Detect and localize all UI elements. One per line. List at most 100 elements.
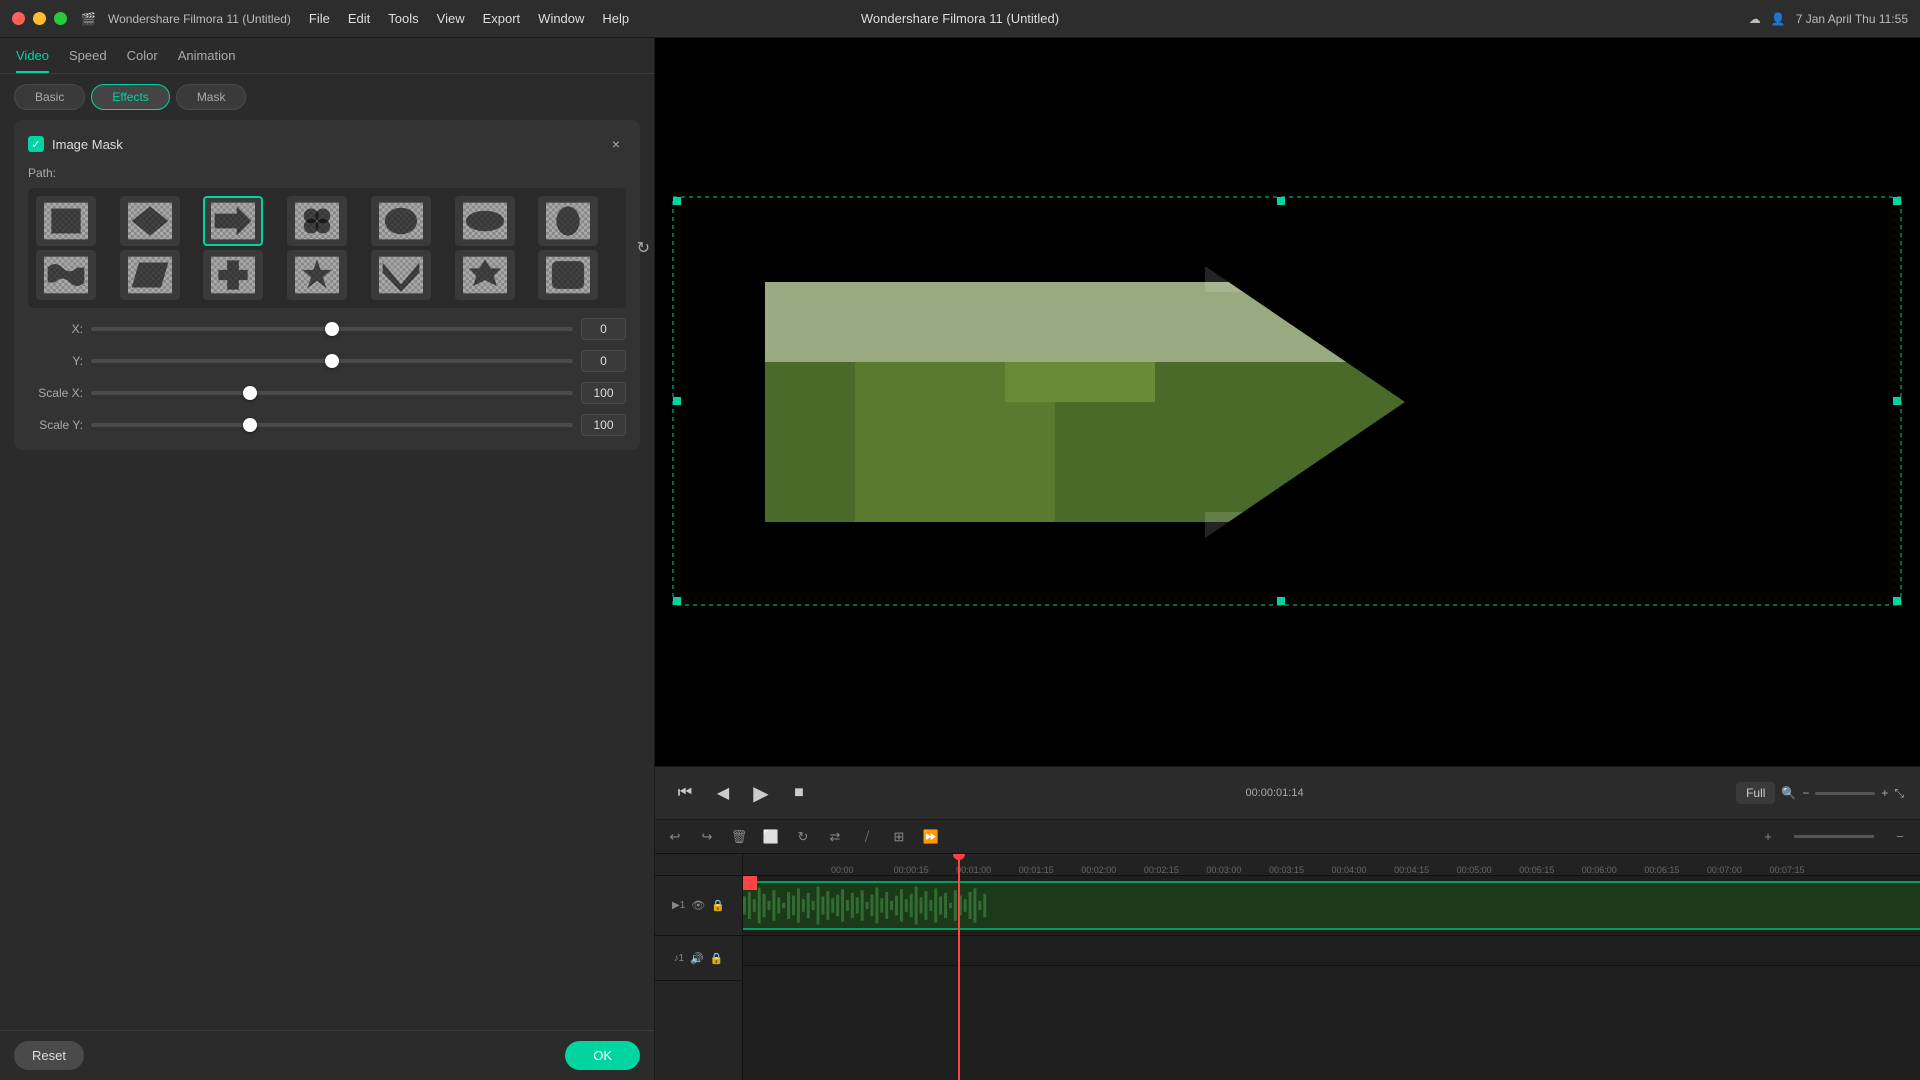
refresh-button[interactable]: ↻	[637, 238, 650, 258]
ruler-mark-9: 00:04:15	[1394, 865, 1457, 875]
slider-x-label: X:	[28, 322, 83, 336]
zoom-in-timeline[interactable]: +	[1758, 827, 1778, 847]
menu-view[interactable]: View	[437, 11, 465, 26]
crop-button[interactable]: ⬜	[761, 827, 781, 847]
tab-animation[interactable]: Animation	[178, 48, 236, 73]
zoom-fit-button[interactable]: Full	[1736, 782, 1775, 804]
sub-tab-basic[interactable]: Basic	[14, 84, 85, 110]
mask-item-rounded-square[interactable]	[538, 250, 598, 300]
right-panel: ⏮ ◀ ▶ ■ 00:00:01:14 Full 🔍 − + ⤡ ↩ ↪	[655, 38, 1920, 1080]
ruler-mark-14: 00:07:00	[1707, 865, 1770, 875]
tab-video[interactable]: Video	[16, 48, 49, 73]
slider-x[interactable]	[91, 327, 573, 331]
mask-item-ellipse[interactable]	[455, 196, 515, 246]
play-button[interactable]: ▶	[747, 779, 775, 807]
zoom-timeline-slider[interactable]	[1794, 835, 1874, 838]
mask-close-button[interactable]: ×	[606, 134, 626, 154]
menu-edit[interactable]: Edit	[348, 11, 370, 26]
titlebar: 🎬 Wondershare Filmora 11 (Untitled) File…	[0, 0, 1920, 38]
ruler-spacer	[655, 854, 742, 876]
slider-scalex-label: Scale X:	[28, 386, 83, 400]
mask-item-star[interactable]	[287, 250, 347, 300]
mask-item-parallelogram[interactable]	[120, 250, 180, 300]
ruler-mark-4: 00:02:00	[1081, 865, 1144, 875]
time-display: 00:00:01:14	[1245, 787, 1303, 799]
mask-item-arrow[interactable]	[203, 196, 263, 246]
zoom-in-icon[interactable]: +	[1881, 786, 1888, 800]
slider-scaley-label: Scale Y:	[28, 418, 83, 432]
ruler-mark-10: 00:05:00	[1457, 865, 1520, 875]
menu-export[interactable]: Export	[483, 11, 521, 26]
video-track-number: ▶1	[672, 900, 685, 911]
snap-button[interactable]: ⊞	[889, 827, 909, 847]
minimize-window-button[interactable]	[33, 12, 46, 25]
audio-track-speaker[interactable]: 🔊	[690, 952, 704, 965]
menu-tools[interactable]: Tools	[388, 11, 418, 26]
ruler-mark-3: 00:01:15	[1019, 865, 1082, 875]
ok-button[interactable]: OK	[565, 1041, 640, 1070]
zoom-out-icon[interactable]: −	[1802, 786, 1809, 800]
slider-scalex-row: Scale X:	[28, 382, 626, 404]
image-mask-checkbox[interactable]	[28, 136, 44, 152]
app-label: Wondershare Filmora 11 (Untitled)	[108, 12, 291, 26]
timeline-scroll-area[interactable]: 00:00 00:00:15 00:01:00 00:01:15 00:02:0…	[743, 854, 1920, 1080]
left-panel: Video Speed Color Animation Basic Effect…	[0, 38, 655, 1080]
mask-item-cross[interactable]	[203, 250, 263, 300]
flip-button[interactable]: ⇄	[825, 827, 845, 847]
playback-controls: ⏮ ◀ ▶ ■	[671, 779, 813, 807]
ruler-mark-2: 00:01:00	[956, 865, 1019, 875]
zoom-out-timeline[interactable]: −	[1890, 827, 1910, 847]
stop-button[interactable]: ■	[785, 779, 813, 807]
video-track-eye[interactable]: 👁	[691, 899, 705, 912]
sub-tab-effects[interactable]: Effects	[91, 84, 169, 110]
slider-scaley-value[interactable]	[581, 414, 626, 436]
audio-track-header: ♪1 🔊 🔒	[655, 936, 742, 981]
app-name: 🎬 Wondershare Filmora 11 (Untitled)	[81, 12, 291, 26]
undo-button[interactable]: ↩	[665, 827, 685, 847]
slider-scaley[interactable]	[91, 423, 573, 427]
fullscreen-icon[interactable]: ⤡	[1894, 786, 1904, 801]
slider-scalex-value[interactable]	[581, 382, 626, 404]
redo-button[interactable]: ↪	[697, 827, 717, 847]
close-window-button[interactable]	[12, 12, 25, 25]
speed-ramp-button[interactable]: ⏩	[921, 827, 941, 847]
menu-window[interactable]: Window	[538, 11, 584, 26]
prev-frame-button[interactable]: ⏮	[671, 779, 699, 807]
reset-button[interactable]: Reset	[14, 1041, 84, 1070]
menu-file[interactable]: File	[309, 11, 330, 26]
split-button[interactable]: ⧸	[857, 827, 877, 847]
mask-item-circle[interactable]	[371, 196, 431, 246]
maximize-window-button[interactable]	[54, 12, 67, 25]
audio-track-number: ♪1	[674, 953, 685, 964]
tab-color[interactable]: Color	[127, 48, 158, 73]
menu-help[interactable]: Help	[602, 11, 629, 26]
audio-track-lock[interactable]: 🔒	[710, 952, 724, 965]
prev-button[interactable]: ◀	[709, 779, 737, 807]
slider-scaley-row: Scale Y:	[28, 414, 626, 436]
video-clip[interactable]	[743, 881, 1920, 930]
video-track-lock[interactable]: 🔒	[711, 899, 725, 912]
mask-item-chevron[interactable]	[371, 250, 431, 300]
mask-item-diamond[interactable]	[120, 196, 180, 246]
video-track[interactable]	[743, 876, 1920, 936]
mask-item-clover[interactable]	[287, 196, 347, 246]
sub-tab-mask[interactable]: Mask	[176, 84, 247, 110]
slider-x-value[interactable]	[581, 318, 626, 340]
slider-scalex[interactable]	[91, 391, 573, 395]
ruler-mark-12: 00:06:00	[1582, 865, 1645, 875]
mask-item-rectangle[interactable]	[36, 196, 96, 246]
mask-item-ellipse-tall[interactable]	[538, 196, 598, 246]
audio-track[interactable]	[743, 966, 1920, 1006]
slider-y-value[interactable]	[581, 350, 626, 372]
ruler-mark-8: 00:04:00	[1332, 865, 1395, 875]
mask-item-wave[interactable]	[36, 250, 96, 300]
delete-button[interactable]: 🗑	[729, 827, 749, 847]
video-track-header: ▶1 👁 🔒	[655, 876, 742, 936]
zoom-slider[interactable]	[1815, 792, 1875, 795]
mask-item-hexstar[interactable]	[455, 250, 515, 300]
rotate-button[interactable]: ↻	[793, 827, 813, 847]
tab-speed[interactable]: Speed	[69, 48, 107, 73]
slider-y[interactable]	[91, 359, 573, 363]
ruler-mark-15: 00:07:15	[1769, 865, 1832, 875]
mask-grid	[28, 188, 626, 308]
